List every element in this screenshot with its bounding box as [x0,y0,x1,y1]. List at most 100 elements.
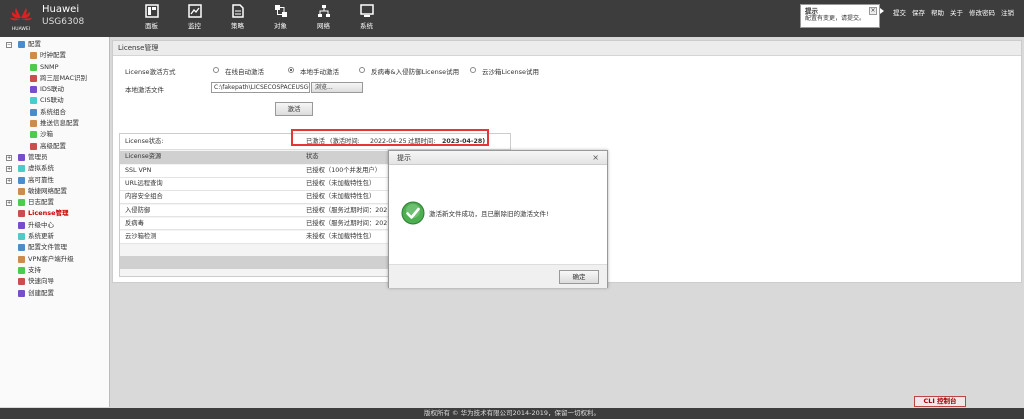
resource-status: 已授权（未加载特性包） [306,193,376,201]
resource-status: 已授权（未加载特性包） [306,180,376,188]
dialog-title: 提示 [389,151,607,165]
top-header: HUAWEI Huawei USG6308 面板 监控 策略 对象 网络 系统 [0,0,1024,37]
tip-close-icon[interactable]: × [869,7,877,15]
status-highlight-box [291,129,489,146]
nav-dashboard[interactable]: 面板 [130,4,173,34]
expand-icon[interactable]: + [6,166,12,173]
cli-console-button[interactable]: CLI 控制台 [914,396,966,407]
nav-object[interactable]: 对象 [259,4,302,34]
license-file-input[interactable]: C:\fakepath\LICSECOSPACEUSG6300_V5 [211,82,310,93]
push-icon [30,120,37,128]
sidebar-item[interactable]: CIS联动 [0,95,109,106]
resource-name: 反病毒 [125,219,144,227]
about-link[interactable]: 关于 [950,7,963,17]
expand-icon[interactable]: + [6,154,12,161]
sidebar-item-label: 虚拟系统 [28,164,54,173]
brand-name: Huawei [42,4,80,15]
system-icon [359,4,374,17]
sidebar-item-label: 跨三层MAC识别 [40,73,87,82]
snmp-icon [30,63,37,71]
sidebar-item[interactable]: License管理 [0,208,109,219]
dialog-footer: 确定 [389,264,607,288]
save-link[interactable]: 保存 [912,7,925,17]
support-icon [18,266,25,274]
sidebar-item-label: SNMP [40,62,59,71]
resource-name: SSL VPN [125,167,152,174]
vsys-icon [18,165,25,173]
change-password-link[interactable]: 修改密码 [969,7,995,17]
sidebar-item[interactable]: 高级配置 [0,141,109,152]
logo-text: HUAWEI [12,26,30,32]
sidebar-item[interactable]: SNMP [0,62,109,73]
submit-link[interactable]: 提交 [893,7,906,17]
sidebar-item-label: License管理 [28,209,69,218]
dashboard-icon [144,4,159,18]
help-link[interactable]: 帮助 [931,7,944,17]
sidebar-item-label: 敏捷网络配置 [28,186,67,195]
sidebar-item-label: 系统组合 [40,107,66,116]
nav-policy[interactable]: 策略 [216,4,259,34]
sidebar-item[interactable]: VPN客户端升级 [0,254,109,265]
main-nav: 面板 监控 策略 对象 网络 系统 [130,4,388,34]
browse-button[interactable]: 浏览... [311,82,363,93]
ok-button[interactable]: 确定 [559,270,599,284]
mac-icon [30,74,37,82]
sidebar-item[interactable]: 时钟配置 [0,50,109,61]
sidebar-item[interactable]: + 高可靠性 [0,175,109,186]
create-icon [18,289,25,297]
sidebar-item[interactable]: 系统更新 [0,231,109,242]
radio-local-activation[interactable] [288,67,294,73]
sidebar-item-label: 推送信息配置 [40,119,79,128]
radio-sandbox-trial[interactable] [470,67,476,73]
sidebar-item[interactable]: 创建配置 [0,288,109,299]
sidebar-item[interactable]: 沙箱 [0,129,109,140]
license-icon [18,210,25,218]
expand-icon[interactable]: + [6,200,12,207]
update-icon [18,233,25,241]
dialog-close-icon[interactable]: × [592,153,599,162]
resource-status: 未授权（未加载特性包） [306,233,376,240]
sidebar-item-label: 高级配置 [40,141,66,150]
sidebar-item-label: 支持 [28,265,41,274]
sidebar-item-label: 系统更新 [28,232,54,241]
sidebar-item[interactable]: 跨三层MAC识别 [0,73,109,84]
sidebar-item[interactable]: 支持 [0,265,109,276]
file-icon [18,244,25,252]
nav-monitor[interactable]: 监控 [173,4,216,34]
sidebar-item[interactable]: 推送信息配置 [0,118,109,129]
sidebar-item[interactable]: − 配置 [0,39,109,50]
sandbox-icon [30,131,37,139]
collapse-icon[interactable]: − [6,42,12,48]
sidebar-item[interactable]: 快速向导 [0,276,109,287]
sidebar-item-label: 升级中心 [28,220,54,229]
expand-icon[interactable]: + [6,177,12,184]
sidebar-item[interactable]: 敏捷网络配置 [0,186,109,197]
nav-label: 网络 [317,22,330,30]
sidebar-item[interactable]: + 虚拟系统 [0,163,109,174]
nav-system[interactable]: 系统 [345,4,388,34]
admin-icon [18,153,25,161]
logout-link[interactable]: 注销 [1001,7,1014,17]
wizard-icon [18,278,25,286]
brand: Huawei USG6308 [42,4,84,28]
radio-label-av-ips: 反病毒&入侵防御License试用 [371,68,460,76]
nav-network[interactable]: 网络 [302,4,345,34]
combo-icon [30,108,37,116]
radio-av-ips-trial[interactable] [359,67,365,73]
resource-name: 入侵防御 [125,206,151,214]
tip-arrow-icon [880,8,884,14]
sidebar-item[interactable]: 配置文件管理 [0,242,109,253]
sidebar-item[interactable]: IDS联动 [0,84,109,95]
sidebar-item[interactable]: 升级中心 [0,220,109,231]
sidebar-item[interactable]: + 日志配置 [0,197,109,208]
network-icon [317,5,330,17]
sidebar-item[interactable]: 系统组合 [0,107,109,118]
advanced-icon [30,142,37,150]
sidebar-item[interactable]: + 管理员 [0,152,109,163]
radio-online-activation[interactable] [213,67,219,73]
col-status: 状态 [306,153,319,160]
activate-button[interactable]: 激活 [275,102,313,116]
sidebar-item-label: 配置 [28,40,41,48]
sidebar-tree: − 配置时钟配置 SNMP 跨三层MAC识别 IDS联动 CIS联动 系统组合推送信息配置沙… [0,37,110,407]
sidebar-item-label: 时钟配置 [40,51,66,60]
